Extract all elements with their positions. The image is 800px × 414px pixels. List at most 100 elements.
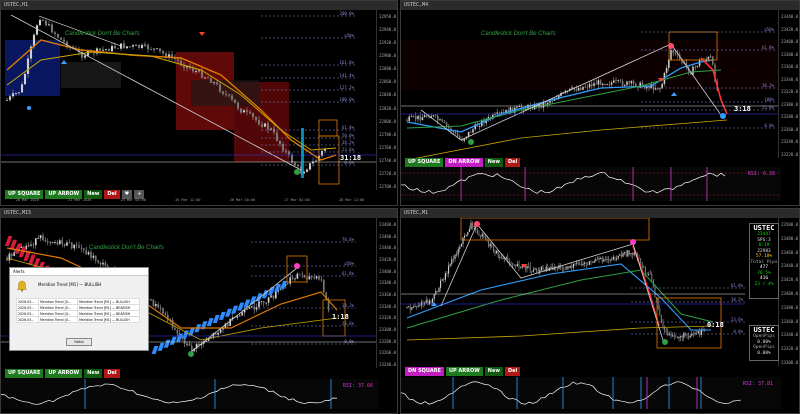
price-chart-h1[interactable]: 200.0% p50% 161.8% 141.4% 127.2% 100.0% 61.8% 5… [1, 10, 379, 190]
candle-body [406, 307, 408, 308]
candle-body [603, 259, 605, 262]
candle-body [571, 87, 573, 89]
fib-level-label: p50% [344, 33, 354, 38]
candle-body [467, 231, 469, 236]
candle-body [274, 291, 277, 299]
chart-pane-h1[interactable]: USTEC,H1 200.0% p50% 161.8% 141.4% 127.2% 100… [0, 0, 398, 206]
candle-body [672, 50, 674, 53]
candle-body [626, 81, 628, 86]
del-button[interactable]: Del [104, 369, 120, 378]
candle-body [630, 253, 632, 255]
candle-body [11, 93, 15, 97]
alerts-dialog[interactable]: Alerts Meridian Trend [M1] — BULLISH 202… [9, 267, 149, 351]
candle-body [489, 243, 491, 247]
candle-body [239, 108, 243, 113]
highlight-box [460, 218, 650, 241]
candle-body [408, 306, 410, 308]
candle-body [242, 110, 246, 113]
candle-body [58, 240, 61, 245]
dn-arrow-button[interactable]: DN ARROW [445, 158, 483, 167]
up-arrow-button[interactable]: UP ARROW [445, 367, 483, 376]
candle-body [624, 85, 626, 86]
up-square-button[interactable]: UP SQUARE [405, 158, 444, 167]
candle-body [526, 266, 528, 269]
candle-body [410, 116, 413, 117]
candle-body [140, 45, 144, 48]
candle-body [217, 332, 220, 335]
price-chart-m4[interactable]: p50%61.8%38.2%100%23.6%0.0% [401, 10, 781, 158]
candle-body [183, 338, 186, 344]
candle-body [534, 268, 536, 270]
candle-body [665, 331, 667, 332]
candle-body [516, 264, 518, 267]
ribbon-segment [157, 342, 165, 351]
candle-body [496, 250, 498, 254]
candle-body [670, 334, 672, 337]
candle-body [313, 277, 316, 279]
oscillator-m4[interactable] [401, 167, 781, 201]
alerts-table[interactable]: 2026.03... Meridian Trend [U... Meridian T… [15, 298, 140, 323]
signal-dot [27, 106, 31, 110]
price-tick: 23440.0 [781, 263, 798, 269]
candle-body [515, 265, 517, 267]
price-tick: 22880.0 [379, 66, 396, 72]
candle-body [46, 241, 49, 243]
chart-pane-m4[interactable]: USTEC,M4 p50% 61.8% 38.2% 100% 23.6% 0.0% 234… [400, 0, 800, 206]
candle-body [500, 112, 503, 114]
price-chart-m1[interactable]: 61.8% 38.2% 23.6% 0.0% [401, 218, 781, 366]
price-tick: 22940.0 [379, 27, 396, 33]
candle-body [640, 258, 642, 263]
up-square-button[interactable]: UP SQUARE [5, 369, 44, 378]
price-tick: 23340.0 [379, 303, 396, 309]
candle-body [580, 87, 582, 90]
candle-body [315, 276, 318, 279]
candle-body [278, 140, 282, 145]
candle-body [646, 272, 648, 275]
signal-dot [668, 43, 674, 49]
candle-body [521, 265, 523, 268]
new-button[interactable]: New [484, 367, 503, 376]
ribbon-segment [212, 315, 220, 323]
price-axis-m1[interactable]: 23500.0 23480.0 23460.0 23440.0 23420.0 23400… [778, 218, 799, 366]
dn-square-button[interactable]: DN SQUARE [405, 367, 444, 376]
candle-body [61, 240, 64, 244]
chart-pane-m1[interactable]: USTEC,M1 61.8% 38.2% 23.6% 0.0% 23500.0 2348… [400, 208, 800, 414]
alert-cell: 2026.03... [15, 316, 40, 323]
alert-row[interactable]: 2026.03... Meridian Trend [U... Meridian T… [15, 316, 140, 323]
candle-body [191, 68, 195, 72]
bell-icon [17, 280, 27, 292]
candle-body [197, 70, 201, 72]
price-axis-m4[interactable]: 23440.0 23420.0 23400.0 23380.0 23360.0 23340… [778, 10, 799, 158]
candle-body [8, 96, 12, 100]
candle-body [454, 254, 456, 259]
buy-signal-dot [468, 139, 474, 145]
price-axis-m15[interactable]: 23480.0 23460.0 23440.0 23420.0 23400.0 23380… [376, 218, 397, 368]
del-button[interactable]: Del [504, 158, 521, 167]
candle-body [602, 83, 604, 86]
candle-body [99, 262, 102, 265]
candle-body [622, 253, 624, 257]
del-button[interactable]: Del [504, 367, 521, 376]
price-axis-h1[interactable]: 22958.0 22940.0 22920.0 22900.0 22880.0 22860… [376, 10, 397, 190]
candle-body [209, 78, 213, 83]
candle-body [470, 222, 472, 230]
ribbon-segment [163, 339, 171, 348]
oscillator-m15[interactable] [1, 379, 379, 409]
candle-body [529, 266, 531, 272]
time-tick: 21 Mar 2026 [68, 198, 92, 202]
candle-body [94, 255, 97, 261]
new-button[interactable]: New [484, 158, 503, 167]
alerts-close-button[interactable]: Faltal [66, 338, 92, 346]
candle-body [134, 44, 138, 46]
candle-body [662, 322, 664, 327]
price-tick: 23480.0 [379, 222, 396, 227]
price-tick: 23260.0 [379, 350, 396, 356]
chart-pane-m15[interactable]: USTEC,M15 78.6% p50% 61.8% 38.2% 23.6% 0.0% 2… [0, 208, 398, 414]
new-button[interactable]: New [84, 369, 103, 378]
candle-body [290, 154, 294, 163]
stats-symbol: USTEC [753, 326, 775, 334]
up-arrow-button[interactable]: UP ARROW [45, 369, 83, 378]
candle-body [416, 306, 418, 307]
oscillator-m1[interactable] [401, 377, 781, 409]
candle-body [224, 93, 228, 95]
